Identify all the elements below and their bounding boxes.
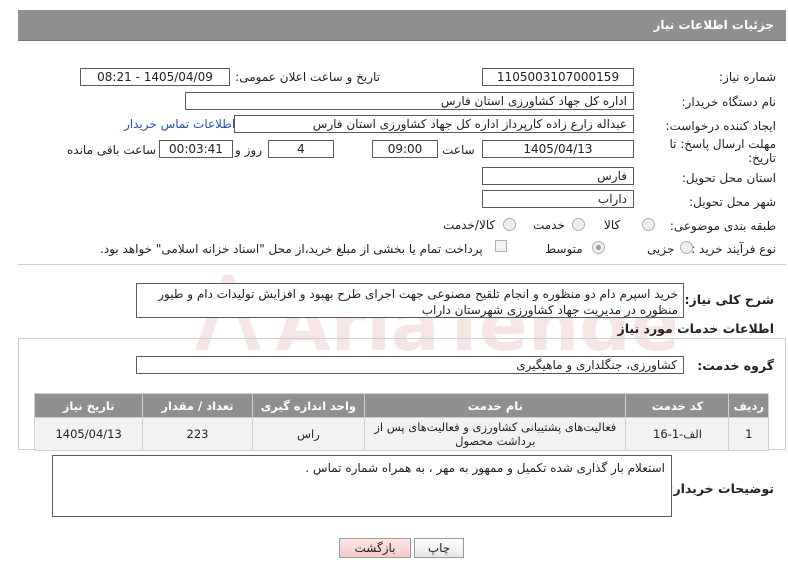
deadline-time-label: ساعت — [442, 143, 475, 157]
cell-quantity: 223 — [142, 417, 253, 451]
summary-label: شرح کلی نیاز: — [684, 292, 774, 307]
process-option-minor: جزیی — [647, 242, 675, 256]
buyer-org-field: اداره کل جهاد کشاورزی استان فارس — [185, 92, 634, 110]
need-number-label: شماره نیاز: — [719, 70, 776, 84]
buyer-notes-textarea[interactable]: استعلام بار گذاری شده تکمیل و ممهور به م… — [52, 455, 672, 517]
col-service-code: کد خدمت — [625, 393, 730, 418]
services-table: ردیف کد خدمت نام خدمت واحد اندازه گیری ت… — [33, 393, 769, 451]
table-header-row: ردیف کد خدمت نام خدمت واحد اندازه گیری ت… — [33, 393, 769, 418]
back-button[interactable]: بازگشت — [339, 538, 411, 558]
buyer-notes-label: توضیحات خریدار: — [668, 481, 774, 496]
days-label: روز و — [235, 143, 262, 157]
city-field: داراب — [482, 190, 634, 208]
deadline-date-field: 1405/04/13 — [482, 140, 634, 158]
section-divider — [18, 264, 786, 265]
category-label: طبقه بندی موضوعی: — [669, 219, 776, 233]
city-label: شهر محل تحویل: — [689, 195, 776, 209]
remaining-time-label: ساعت باقی مانده — [67, 143, 157, 157]
cell-row-number: 1 — [728, 417, 769, 451]
announce-label: تاریخ و ساعت اعلان عمومی: — [235, 70, 380, 84]
process-radio-medium[interactable] — [592, 241, 605, 254]
province-label: استان محل تحویل: — [681, 171, 776, 185]
deadline-time-field: 09:00 — [372, 140, 438, 158]
category-option-service: خدمت — [533, 218, 565, 232]
category-option-goods: کالا — [604, 218, 621, 232]
creator-field: عبداله زارع زاده کارپرداز اداره کل جهاد … — [234, 115, 634, 133]
deadline-label: مهلت ارسال پاسخ: تا تاریخ: — [669, 137, 776, 165]
category-option-goods-service: کالا/خدمت — [443, 218, 496, 232]
cell-service-name: فعالیت‌های پشتیبانی کشاورزی و فعالیت‌های… — [364, 417, 627, 451]
col-unit: واحد اندازه گیری — [251, 393, 366, 418]
province-field: فارس — [482, 167, 634, 185]
service-group-field: کشاورزی، جنگلداری و ماهیگیری — [136, 356, 684, 374]
col-need-date: تاریخ نیاز — [33, 393, 144, 418]
cell-service-code: الف-1-16 — [625, 417, 730, 451]
table-row: 1 الف-1-16 فعالیت‌های پشتیبانی کشاورزی و… — [33, 417, 769, 451]
treasury-checkbox[interactable] — [495, 240, 507, 252]
buyer-org-label: نام دستگاه خریدار: — [681, 95, 777, 109]
remaining-time-field: 00:03:41 — [159, 140, 233, 158]
process-option-medium: متوسط — [545, 242, 583, 256]
category-radio-goods-service[interactable] — [503, 218, 516, 231]
page-header: جزئیات اطلاعات نیاز — [18, 10, 786, 41]
process-radio-minor[interactable] — [680, 241, 693, 254]
col-quantity: تعداد / مقدار — [142, 393, 253, 418]
creator-label: ایجاد کننده درخواست: — [665, 119, 776, 133]
summary-textarea[interactable]: خرید اسپرم دام دو منظوره و انجام تلقیح م… — [136, 283, 684, 318]
category-radio-service[interactable] — [572, 218, 585, 231]
need-number-field: 1105003107000159 — [482, 68, 634, 86]
print-button[interactable]: چاپ — [414, 538, 464, 558]
services-section-title: اطلاعات خدمات مورد نیاز — [617, 321, 775, 336]
deadline-label-line2: تاریخ: — [748, 151, 776, 165]
announce-datetime-field: 1405/04/09 - 08:21 — [80, 68, 230, 86]
page-title: جزئیات اطلاعات نیاز — [653, 18, 774, 32]
process-label: نوع فرآیند خرید : — [691, 242, 776, 256]
col-service-name: نام خدمت — [364, 393, 627, 418]
days-remaining-field: 4 — [268, 140, 334, 158]
cell-need-date: 1405/04/13 — [33, 417, 144, 451]
cell-unit: راس — [251, 417, 366, 451]
service-group-label: گروه خدمت: — [697, 358, 774, 373]
buyer-contact-link[interactable]: اطلاعات تماس خریدار — [124, 117, 235, 131]
deadline-label-line1: مهلت ارسال پاسخ: تا — [669, 137, 776, 151]
col-row-number: ردیف — [728, 393, 769, 418]
payment-note: پرداخت تمام یا بخشی از مبلغ خرید،از محل … — [100, 242, 483, 256]
category-radio-goods[interactable] — [642, 218, 655, 231]
